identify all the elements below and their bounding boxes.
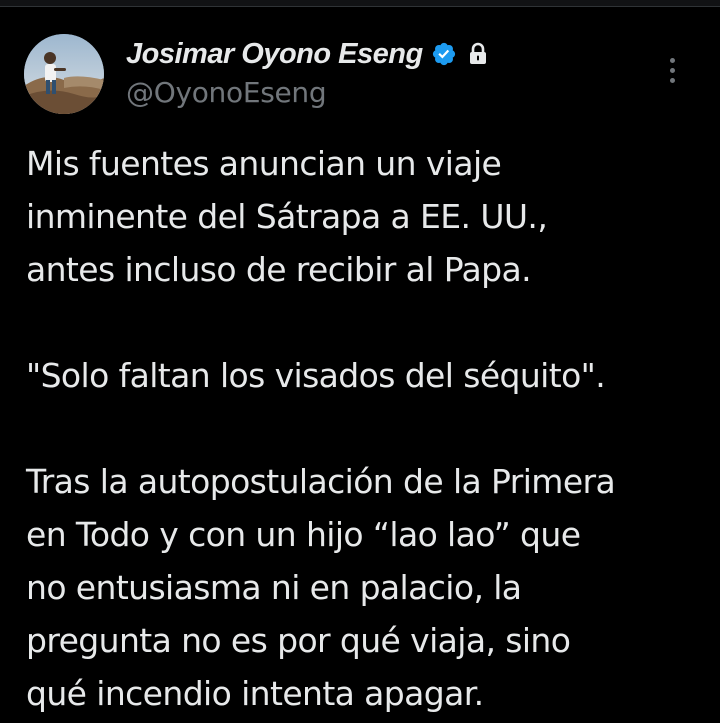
more-options-dot [669, 77, 675, 83]
tweet-line: no entusiasma ni en palacio, la [26, 568, 522, 607]
verified-badge-icon[interactable] [431, 41, 457, 67]
tweet-line: Mis fuentes anuncian un viaje [26, 144, 502, 183]
tweet-paragraph: Tras la autopostulación de la Primera en… [26, 455, 706, 720]
author-display-name[interactable]: Josimar Oyono Eseng [126, 38, 423, 71]
tweet-line: inminente del Sátrapa a EE. UU., [26, 197, 548, 236]
tweet-line: en Todo y con un hijo “lao lao” que [26, 515, 581, 554]
tweet-line: Tras la autopostulación de la Primera [26, 462, 616, 501]
avatar[interactable] [24, 34, 104, 114]
author-info: Josimar Oyono Eseng @OyonoEseng [126, 34, 489, 109]
tweet-line: pregunta no es por qué viaja, sino [26, 621, 571, 660]
tweet-paragraph: "Solo faltan los visados del séquito". [26, 349, 706, 402]
top-divider [0, 0, 720, 7]
avatar-photo [24, 34, 104, 114]
more-options-dot [669, 57, 675, 63]
tweet-line: antes incluso de recibir al Papa. [26, 250, 532, 289]
tweet-line: qué incendio intenta apagar. [26, 674, 484, 713]
tweet-header: Josimar Oyono Eseng @OyonoEseng [24, 32, 696, 116]
author-name-row: Josimar Oyono Eseng [126, 34, 489, 74]
tweet-text: Mis fuentes anuncian un viaje inminente … [26, 137, 706, 720]
more-options-dot [669, 67, 675, 73]
tweet-paragraph: Mis fuentes anuncian un viaje inminente … [26, 137, 706, 296]
author-handle[interactable]: @OyonoEseng [126, 76, 489, 109]
tweet-line: "Solo faltan los visados del séquito". [26, 356, 606, 395]
more-options-icon[interactable] [660, 50, 684, 90]
lock-icon [467, 42, 489, 66]
